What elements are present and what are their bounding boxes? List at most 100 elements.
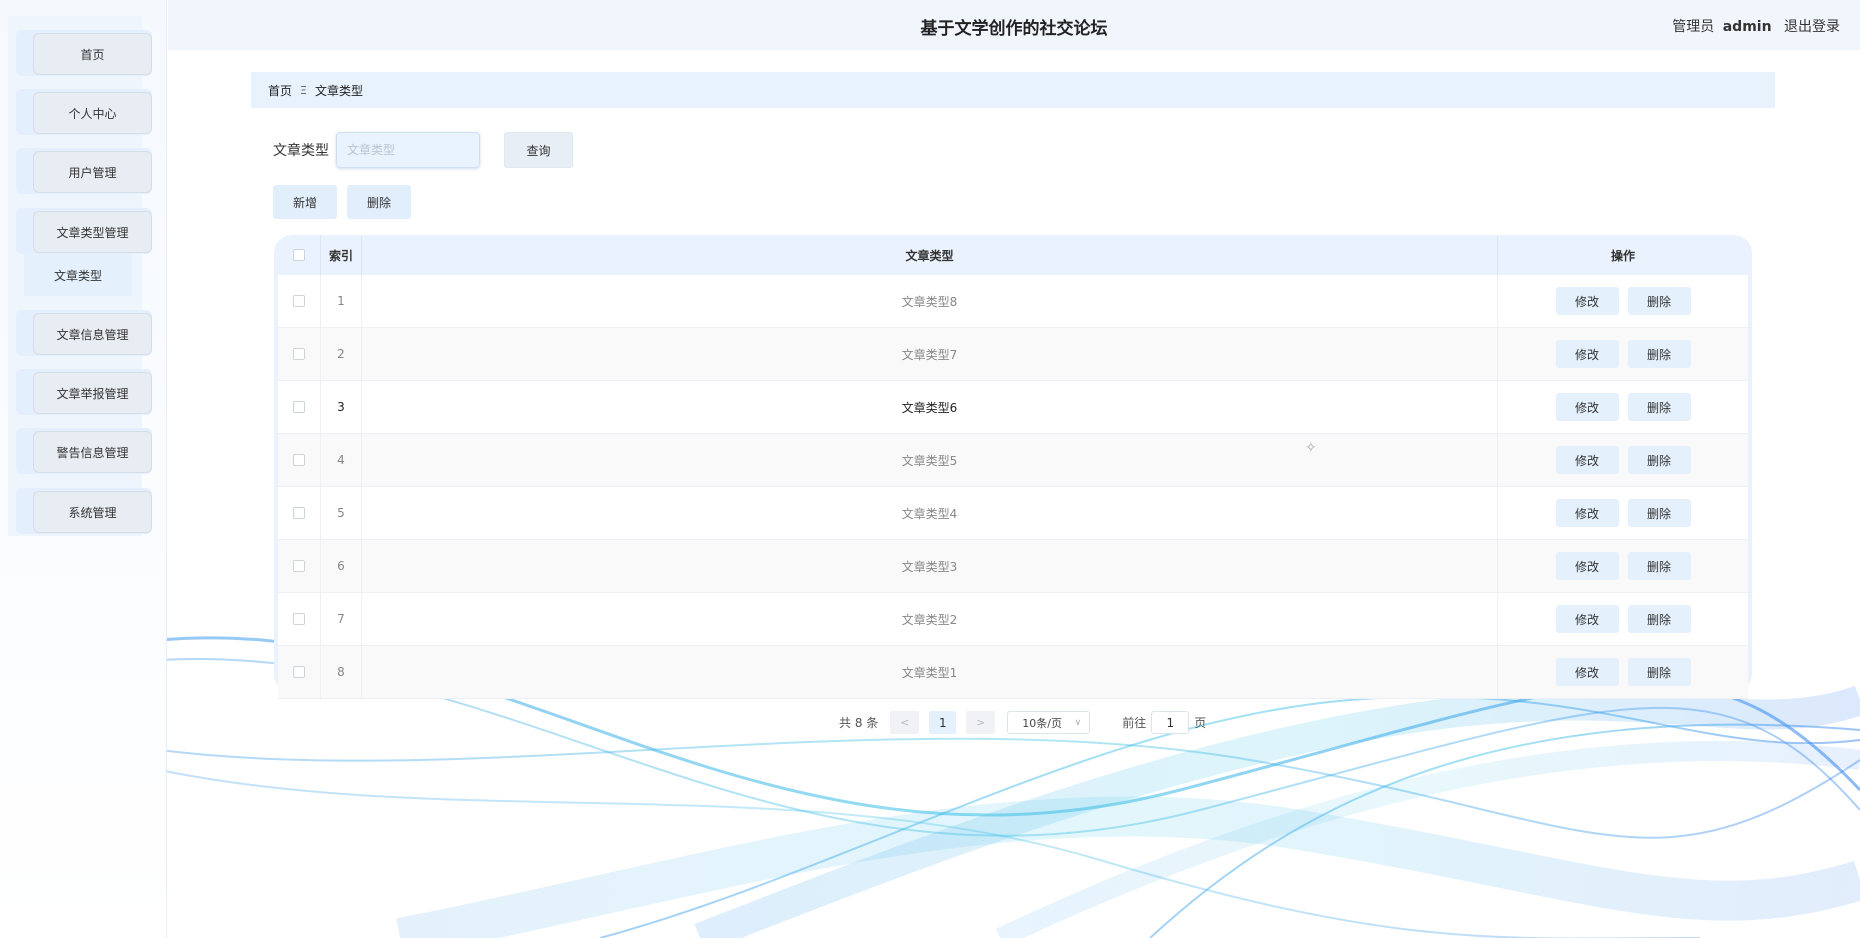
row-checkbox[interactable] [293,613,305,625]
sidebar-item-profile[interactable]: 个人中心 [16,89,152,135]
delete-button[interactable]: 删除 [1627,499,1691,527]
sidebar-item-label[interactable]: 文章信息管理 [33,313,152,355]
table-row: 5 文章类型4 修改 删除 [278,487,1748,540]
sidebar-item-article-info-mgmt[interactable]: 文章信息管理 [16,310,152,356]
table-row: 3 文章类型6 修改 删除 [278,381,1748,434]
row-index: 2 [321,328,362,380]
row-checkbox[interactable] [293,454,305,466]
row-check-cell [278,540,321,592]
select-all-checkbox[interactable] [293,249,305,261]
row-type: 文章类型6 [362,381,1498,433]
prev-page-button[interactable]: < [890,711,920,734]
row-check-cell [278,646,321,698]
row-checkbox[interactable] [293,666,305,678]
query-button[interactable]: 查询 [504,132,573,168]
row-ops: 修改 删除 [1498,540,1748,592]
sidebar-item-label[interactable]: 文章举报管理 [33,372,152,414]
edit-button[interactable]: 修改 [1555,287,1619,315]
sidebar-item-label[interactable]: 文章类型管理 [33,211,152,253]
next-page-button[interactable]: > [966,711,996,734]
batch-delete-button[interactable]: 删除 [347,185,411,219]
header-index: 索引 [321,235,362,275]
sidebar-item-users[interactable]: 用户管理 [16,148,152,194]
search-label: 文章类型 [273,143,329,159]
table-row: 6 文章类型3 修改 删除 [278,540,1748,593]
sidebar-item-system-mgmt[interactable]: 系统管理 [16,488,152,534]
row-index: 4 [321,434,362,486]
action-row: 新增 删除 [273,185,411,219]
delete-button[interactable]: 删除 [1627,340,1691,368]
row-checkbox[interactable] [293,507,305,519]
delete-button[interactable]: 删除 [1627,393,1691,421]
row-type: 文章类型8 [362,275,1498,327]
sidebar-item-warning-mgmt[interactable]: 警告信息管理 [16,428,152,474]
sidebar-item-label[interactable]: 系统管理 [33,491,152,533]
delete-button[interactable]: 删除 [1627,446,1691,474]
edit-button[interactable]: 修改 [1555,658,1619,686]
header-type: 文章类型 [362,235,1498,275]
row-check-cell [278,434,321,486]
row-check-cell [278,487,321,539]
row-type: 文章类型1 [362,646,1498,698]
breadcrumb-home[interactable]: 首页 [268,82,292,99]
row-ops: 修改 删除 [1498,381,1748,433]
sidebar-item-label[interactable]: 首页 [33,33,152,75]
edit-button[interactable]: 修改 [1555,605,1619,633]
row-checkbox[interactable] [293,295,305,307]
page-size-value: 10条/页 [1022,716,1062,730]
breadcrumb-current: 文章类型 [314,83,363,98]
menu-separator-icon: Ξ [300,83,307,97]
edit-button[interactable]: 修改 [1555,340,1619,368]
delete-button[interactable]: 删除 [1627,287,1691,315]
row-check-cell [278,593,321,645]
delete-button[interactable]: 删除 [1627,605,1691,633]
row-checkbox[interactable] [293,401,305,413]
row-type: 文章类型7 [362,328,1498,380]
search-row: 文章类型 查询 [273,132,573,168]
edit-button[interactable]: 修改 [1555,446,1619,474]
table-header: 索引 文章类型 操作 [278,235,1748,275]
row-type: 文章类型3 [362,540,1498,592]
row-index: 8 [321,646,362,698]
username: admin [1722,19,1772,35]
edit-button[interactable]: 修改 [1555,499,1619,527]
sidebar-item-article-type-mgmt[interactable]: 文章类型管理 [16,208,152,254]
table-row: 2 文章类型7 修改 删除 [278,328,1748,381]
sidebar-item-label[interactable]: 个人中心 [33,92,152,134]
goto-page-input[interactable] [1151,711,1190,734]
logout-link[interactable]: 退出登录 [1784,19,1840,35]
edit-button[interactable]: 修改 [1555,552,1619,580]
row-index: 1 [321,275,362,327]
row-index: 5 [321,487,362,539]
sidebar-item-article-report-mgmt[interactable]: 文章举报管理 [16,369,152,415]
row-checkbox[interactable] [293,348,305,360]
row-ops: 修改 删除 [1498,328,1748,380]
sidebar-item-label[interactable]: 警告信息管理 [33,431,152,473]
breadcrumb: 首页 Ξ 文章类型 [251,72,1775,108]
data-table: 索引 文章类型 操作 1 文章类型8 修改 删除 2 文章类型7 修改 删除 3… [274,235,1752,699]
page-number-button[interactable]: 1 [929,711,957,734]
row-ops: 修改 删除 [1498,275,1748,327]
row-check-cell [278,381,321,433]
row-check-cell [278,328,321,380]
row-type: 文章类型2 [362,593,1498,645]
row-checkbox[interactable] [293,560,305,572]
page-size-select[interactable]: 10条/页 ∨ [1007,711,1091,734]
edit-button[interactable]: 修改 [1555,393,1619,421]
delete-button[interactable]: 删除 [1627,658,1691,686]
user-role: 管理员 [1672,19,1715,35]
search-input[interactable] [336,132,480,168]
goto-suffix: 页 [1194,716,1207,730]
add-button[interactable]: 新增 [273,185,337,219]
pagination-total: 共 8 条 [839,716,879,730]
delete-button[interactable]: 删除 [1627,552,1691,580]
sidebar-item-home[interactable]: 首页 [16,30,152,76]
row-index: 7 [321,593,362,645]
sidebar-item-label[interactable]: 用户管理 [33,151,152,193]
row-type: 文章类型4 [362,487,1498,539]
row-ops: 修改 删除 [1498,646,1748,698]
goto-prefix: 前往 [1122,716,1147,730]
submenu-item-article-type[interactable]: 文章类型 [24,254,132,296]
table-row: 7 文章类型2 修改 删除 [278,593,1748,646]
chevron-down-icon: ∨ [1074,717,1082,728]
